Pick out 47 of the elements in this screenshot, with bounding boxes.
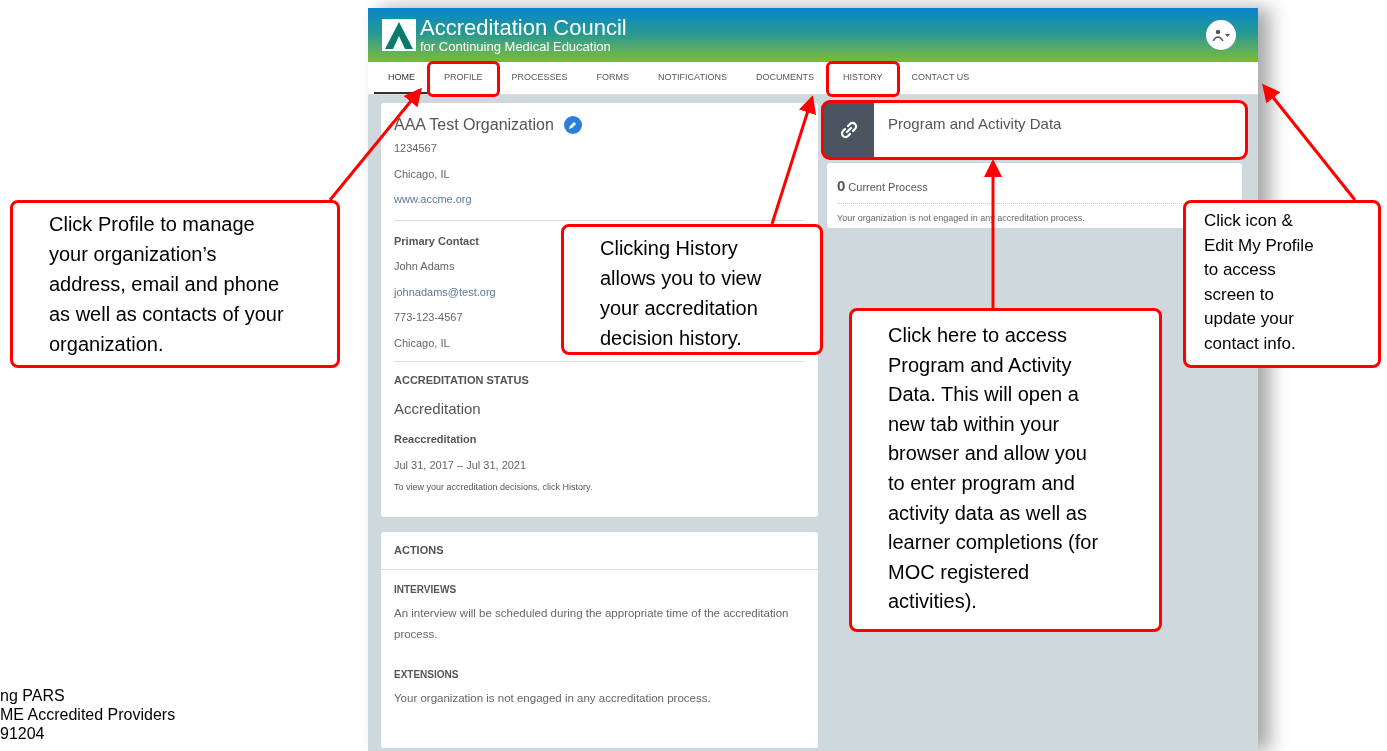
program-data-card[interactable]: Program and Activity Data [824, 103, 1245, 157]
document-text: ME Accredited Providers [0, 705, 176, 724]
contact-phone: 773-123-4567 [394, 310, 463, 325]
section-text: Your organization is not engaged in any accreditation process. [394, 691, 712, 706]
status-heading: ACCREDITATION STATUS [394, 373, 529, 388]
pencil-icon [568, 120, 578, 130]
section-heading: EXTENSIONS [394, 668, 459, 682]
status-note: To view your accreditation decisions, click History. [394, 481, 593, 494]
email-link[interactable]: johnadams@test.org [394, 283, 496, 300]
nav-tab[interactable]: HOME [374, 64, 429, 94]
contact-heading: Primary Contact [394, 233, 479, 249]
document-text: ng PARS [0, 686, 66, 705]
logo-title: Accreditation Council [420, 17, 627, 39]
status-type: Reaccreditation [394, 432, 477, 447]
callout-box: Clicking History allows you to view your accreditation decision history. [561, 224, 823, 355]
document-text: 91204 [0, 724, 46, 743]
section-heading: INTERVIEWS [394, 583, 457, 597]
website-link[interactable]: www.accme.org [394, 191, 472, 208]
nav-tab[interactable]: DOCUMENTS [741, 64, 828, 94]
nav-tab[interactable]: PROFILE [430, 64, 497, 94]
section-text: An interview will be scheduled during the appropriate time of the accreditation process. [394, 606, 790, 642]
logo-subtitle: for Continuing Medical Education [420, 40, 612, 53]
contact-name: John Adams [394, 259, 455, 274]
program-data-title: Program and Activity Data [887, 114, 1062, 134]
contact-location: Chicago, IL [394, 335, 450, 351]
nav-tab[interactable]: PROCESSES [497, 64, 582, 94]
edit-button[interactable] [563, 116, 582, 134]
accreditation-status: Accreditation [394, 398, 481, 419]
user-icon [1212, 29, 1224, 41]
organization-name: AAA Test Organization [394, 115, 554, 135]
actions-title: ACTIONS [381, 532, 818, 570]
caret-icon [1225, 33, 1230, 37]
organization-location: Chicago, IL [394, 166, 450, 182]
user-menu-button[interactable] [1206, 20, 1236, 50]
organization-id: 1234567 [394, 141, 437, 156]
nav-tab[interactable]: NOTIFICATIONS [644, 64, 741, 94]
process-count: 0 [837, 176, 846, 196]
nav-tab[interactable]: HISTORY [828, 64, 897, 94]
status-dates: Jul 31, 2017 – Jul 31, 2021 [394, 457, 527, 473]
process-label: Current Process [848, 180, 928, 195]
callout-box: Click here to access Program and Activity Data. This will open a new tab within your browser and allow you to enter program and activity data as well as learner completions (for MOC registered activities). [849, 308, 1162, 632]
nav-tab[interactable]: FORMS [582, 64, 644, 94]
callout-box: Click icon & Edit My Profile to access screen to update your contact info. [1183, 200, 1381, 368]
callout-box: Click Profile to manage your organization’s address, email and phone as well as contacts of your organization. [10, 200, 340, 368]
link-icon [840, 121, 858, 139]
nav-tab[interactable]: CONTACT US [897, 64, 984, 94]
logo-icon [382, 19, 416, 51]
